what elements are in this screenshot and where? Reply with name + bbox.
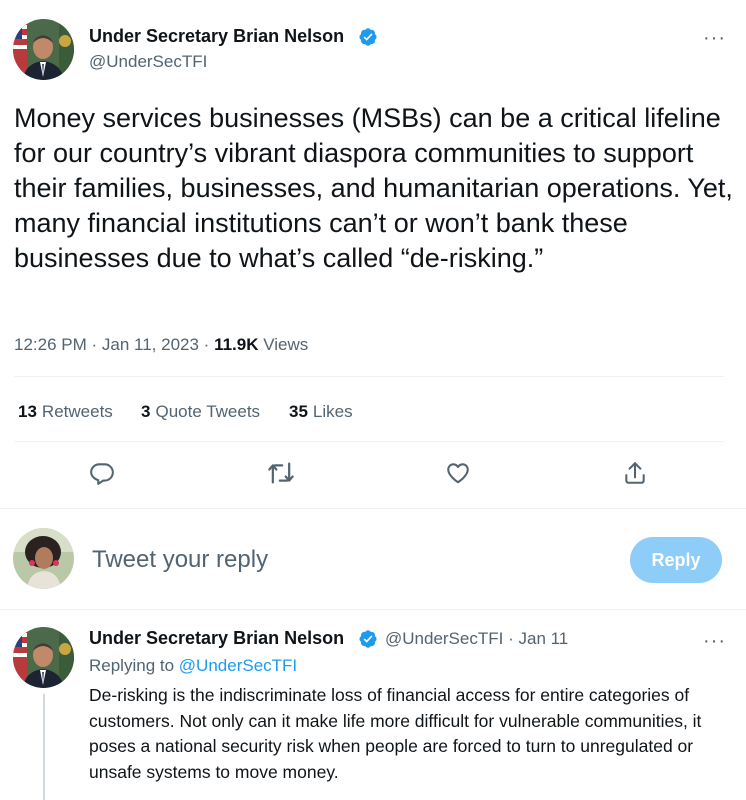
author-avatar[interactable]	[13, 19, 74, 80]
like-icon	[447, 463, 469, 484]
reply-date[interactable]: Jan 11	[518, 629, 568, 648]
retweet-icon	[268, 462, 294, 484]
like-button[interactable]	[438, 453, 478, 493]
views-label: Views	[263, 335, 309, 354]
reply-author-handle[interactable]: @UnderSecTFI	[385, 629, 503, 648]
reply-author-name[interactable]: Under Secretary Brian Nelson	[89, 628, 344, 648]
tweet-date[interactable]: Jan 11, 2023	[102, 335, 199, 354]
author-name[interactable]: Under Secretary Brian Nelson	[89, 26, 344, 47]
retweets-count: 13	[18, 402, 37, 421]
replying-to-prefix: Replying to	[89, 656, 175, 675]
meta-separator: ·	[203, 335, 215, 354]
reply-icon	[90, 463, 114, 485]
share-button[interactable]	[615, 453, 655, 493]
verified-badge-icon	[358, 27, 378, 47]
divider	[14, 376, 724, 377]
reply-input[interactable]: Tweet your reply	[92, 546, 612, 574]
divider	[0, 508, 746, 509]
divider	[0, 609, 746, 610]
share-icon	[625, 462, 645, 484]
reply-tweet-header: Under Secretary Brian Nelson	[89, 628, 344, 649]
replying-to-handle-link[interactable]: @UnderSecTFI	[179, 656, 297, 675]
author-handle[interactable]: @UnderSecTFI	[89, 52, 207, 72]
tweet-text: Money services businesses (MSBs) can be …	[14, 103, 733, 273]
meta-separator: ·	[508, 629, 519, 648]
quote-tweets-stat[interactable]: 3 Quote Tweets	[141, 402, 260, 422]
reply-more-options-icon[interactable]: ···	[703, 631, 726, 651]
replying-to: Replying to @UnderSecTFI	[89, 656, 297, 676]
more-options-icon[interactable]: ···	[703, 28, 726, 48]
retweets-label: Retweets	[41, 402, 113, 421]
quotes-label: Quote Tweets	[155, 402, 261, 421]
current-user-avatar[interactable]	[13, 528, 74, 589]
reply-tweet-text: De-risking is the indiscriminate loss of…	[89, 685, 702, 782]
reply-author-meta: @UnderSecTFI · Jan 11	[385, 629, 568, 649]
thread-line	[43, 694, 45, 800]
author-name-text[interactable]: Under Secretary Brian Nelson	[89, 26, 344, 46]
reply-button[interactable]	[82, 453, 122, 493]
verified-badge-icon	[358, 629, 378, 649]
likes-stat[interactable]: 35 Likes	[289, 402, 353, 422]
retweet-button[interactable]	[261, 453, 301, 493]
quotes-count: 3	[141, 402, 151, 421]
reply-author-avatar[interactable]	[13, 627, 74, 688]
meta-separator: ·	[91, 335, 102, 354]
reply-submit-button[interactable]: Reply	[630, 537, 722, 583]
likes-label: Likes	[312, 402, 353, 421]
divider	[14, 441, 724, 442]
retweets-stat[interactable]: 13 Retweets	[18, 402, 113, 422]
tweet-meta: 12:26 PM · Jan 11, 2023 · 11.9K Views	[14, 335, 308, 355]
tweet-time[interactable]: 12:26 PM	[14, 335, 87, 354]
views-count: 11.9K	[214, 335, 259, 354]
likes-count: 35	[289, 402, 308, 421]
